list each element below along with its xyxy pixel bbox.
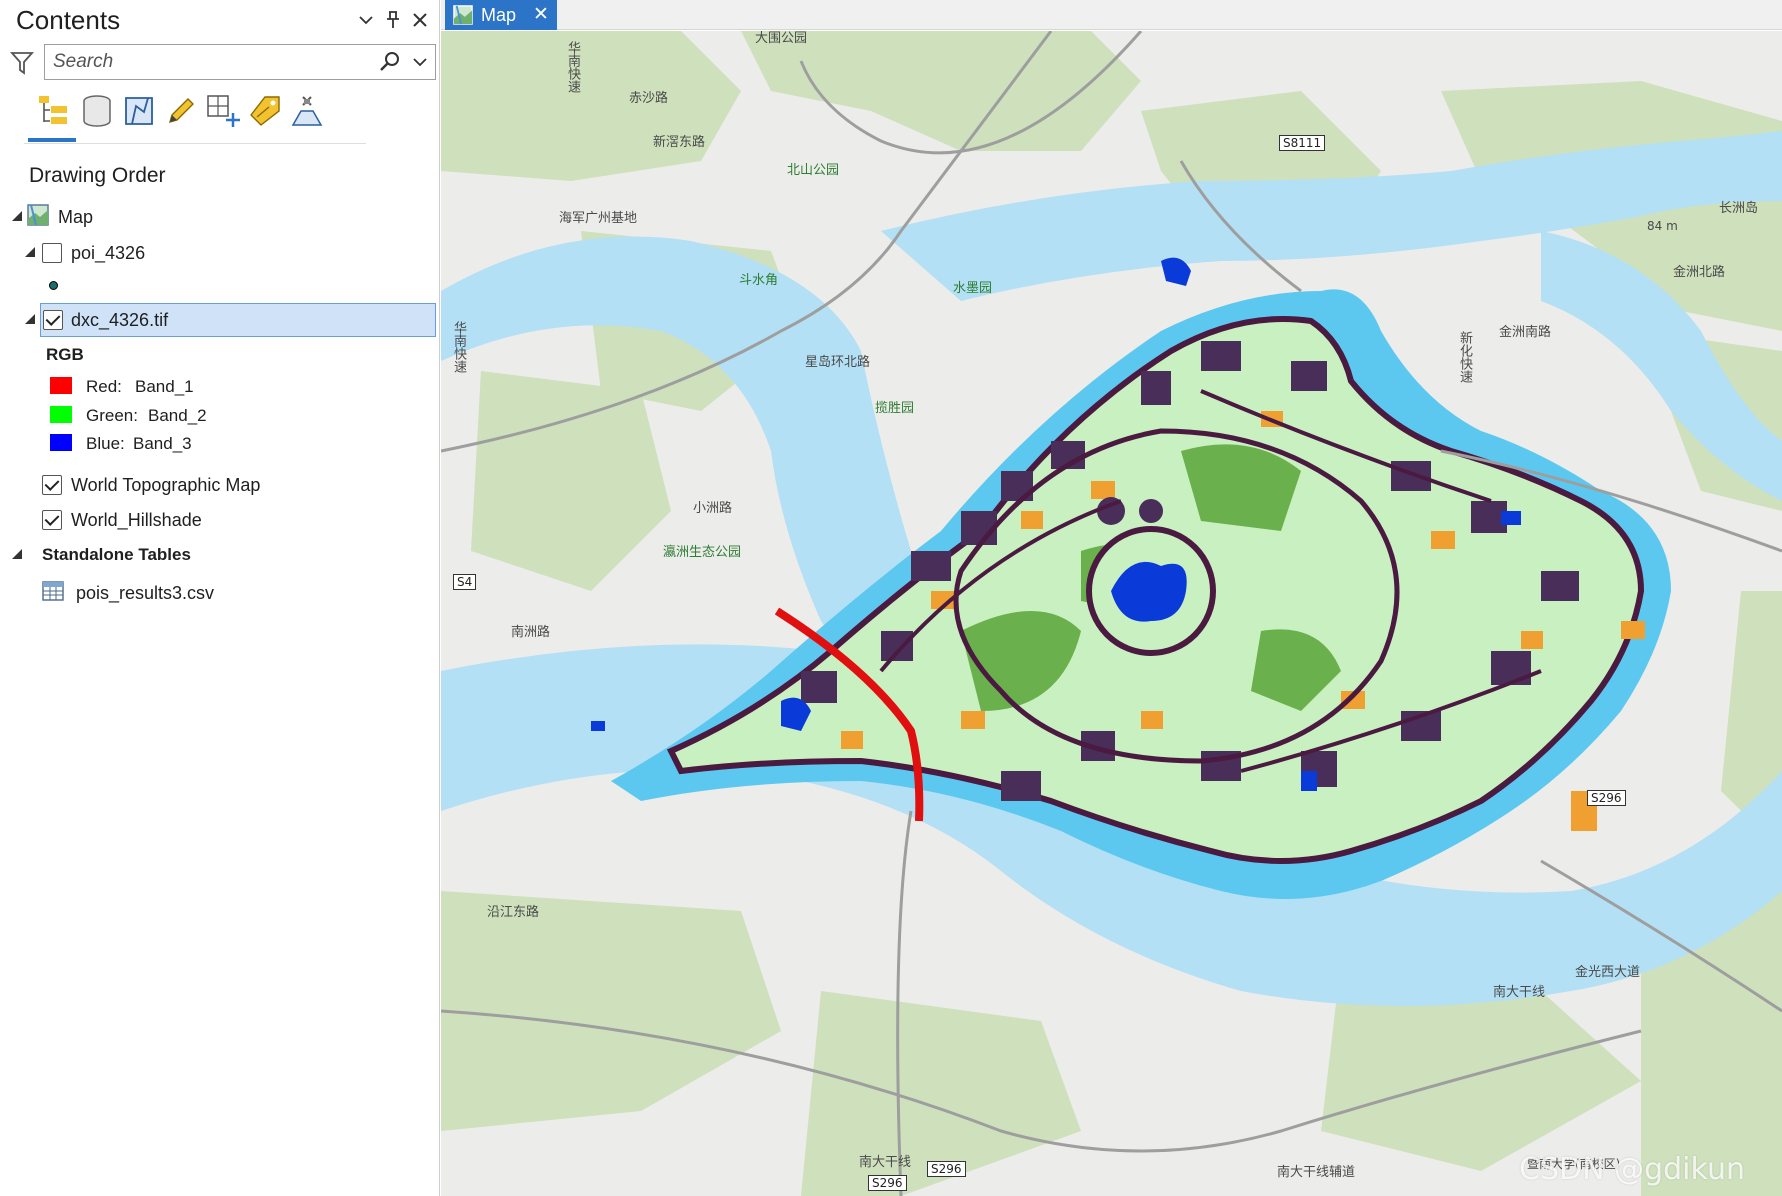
map-label: 瀛洲生态公园 — [663, 545, 742, 560]
tree-item-table[interactable]: pois_results3.csv — [0, 576, 440, 610]
map-label: 小洲路 — [693, 501, 733, 516]
poi-symbol-row — [0, 270, 440, 300]
expand-triangle-icon[interactable] — [12, 549, 22, 559]
map-label: 华南快速 — [451, 321, 466, 373]
map-label: 华南快速 — [565, 41, 580, 93]
map-label: 南大干线辅道 — [1277, 1165, 1356, 1180]
map-label: 新化快速 — [1457, 331, 1472, 383]
layer-visibility-checkbox[interactable] — [42, 475, 62, 495]
tree-item-topographic-layer[interactable]: World Topographic Map — [0, 468, 440, 502]
tree-item-label: Standalone Tables — [42, 545, 191, 564]
close-pane-icon[interactable] — [408, 8, 432, 32]
contents-pane: Contents Search Drawing Order Map poi_43… — [0, 0, 440, 1196]
list-by-data-source-icon[interactable] — [78, 92, 116, 130]
map-label: 斗水角 — [739, 273, 779, 288]
band-channel-label: Blue: — [86, 434, 125, 453]
map-label: 海军广州基地 — [559, 211, 638, 226]
map-label: 北山公园 — [787, 163, 840, 178]
section-title: Drawing Order — [29, 164, 166, 187]
map-label: 长洲岛 — [1719, 201, 1759, 216]
map-label: 水墨园 — [953, 281, 993, 296]
point-symbol-icon — [49, 281, 58, 290]
tree-item-poi-layer[interactable]: poi_4326 — [0, 236, 440, 270]
map-label: 金洲南路 — [1499, 325, 1552, 340]
tree-item-hillshade-layer[interactable]: World_Hillshade — [0, 503, 440, 537]
pane-options-chevron-icon[interactable] — [354, 8, 378, 32]
map-label: 赤沙路 — [629, 91, 669, 106]
map-rendering — [441, 31, 1782, 1196]
table-icon — [42, 581, 64, 601]
close-tab-icon[interactable]: ✕ — [533, 3, 549, 26]
road-shield: S296 — [1587, 790, 1626, 806]
pane-title: Contents — [16, 5, 121, 35]
layer-visibility-checkbox[interactable] — [42, 243, 62, 263]
band-channel-label: Red: — [86, 377, 122, 396]
road-shield: S296 — [927, 1161, 966, 1177]
tree-item-label: World Topographic Map — [71, 475, 261, 495]
road-shield: S296 — [868, 1175, 907, 1191]
list-by-perspective-imagery-icon[interactable] — [288, 92, 326, 130]
map-label: 金光西大道 — [1575, 965, 1641, 980]
red-swatch — [50, 377, 72, 394]
tree-item-map[interactable]: Map — [0, 200, 440, 234]
road-shield: S8111 — [1279, 135, 1326, 151]
contents-toolbar — [24, 90, 374, 142]
search-icon[interactable] — [379, 51, 401, 73]
map-label: 84 m — [1647, 219, 1678, 233]
map-tab-label: Map — [481, 5, 517, 25]
band-name-label: Band_2 — [148, 406, 207, 425]
search-input[interactable] — [53, 49, 353, 75]
map-label: 南大干线 — [1493, 985, 1546, 1000]
map-label: 揽胜园 — [875, 401, 915, 416]
tree-item-label: dxc_4326.tif — [71, 310, 169, 330]
map-tab-strip: Map ✕ — [441, 0, 1782, 30]
band-channel-label: Green: — [86, 406, 138, 425]
arcgis-pro-window: Contents Search Drawing Order Map poi_43… — [0, 0, 1782, 1196]
expand-triangle-icon[interactable] — [25, 247, 35, 257]
rgb-heading: RGB — [46, 345, 84, 364]
map-label: 南洲路 — [511, 625, 551, 640]
toolbar-divider — [24, 143, 366, 144]
map-icon — [453, 5, 473, 25]
layer-visibility-checkbox[interactable] — [43, 310, 63, 330]
band-name-label: Band_3 — [133, 434, 192, 453]
blue-swatch — [50, 434, 72, 451]
green-swatch — [50, 406, 72, 423]
search-dropdown-chevron-icon[interactable] — [411, 53, 429, 71]
list-by-labeling-icon[interactable] — [246, 92, 284, 130]
filter-icon[interactable] — [9, 50, 35, 76]
band-name-label: Band_1 — [135, 377, 194, 396]
map-label: 大围公园 — [755, 31, 808, 46]
map-canvas[interactable]: 大围公园 赤沙路 新滘东路 华南快速 北山公园 海军广州基地 斗水角 水墨园 揽… — [441, 31, 1782, 1196]
map-tab[interactable]: Map ✕ — [445, 0, 557, 30]
expand-triangle-icon[interactable] — [12, 211, 22, 221]
tree-item-raster-layer[interactable]: dxc_4326.tif — [40, 303, 436, 337]
tree-item-label: World_Hillshade — [71, 510, 202, 530]
map-label: 星岛环北路 — [805, 355, 871, 370]
list-by-snapping-icon[interactable] — [204, 92, 242, 130]
list-by-drawing-order-icon[interactable] — [34, 92, 72, 130]
map-label: 金洲北路 — [1673, 265, 1726, 280]
map-label: 沿江东路 — [487, 905, 540, 920]
watermark: CSDN @gdikun — [1519, 1152, 1745, 1187]
tree-item-standalone-tables[interactable]: Standalone Tables — [0, 538, 440, 572]
road-shield: S4 — [453, 574, 477, 590]
map-label: 新滘东路 — [653, 135, 706, 150]
search-box[interactable] — [44, 44, 436, 80]
active-tool-indicator — [28, 138, 76, 142]
layer-visibility-checkbox[interactable] — [42, 510, 62, 530]
list-by-editing-icon[interactable] — [162, 92, 200, 130]
map-label: 南大干线 — [859, 1155, 912, 1170]
tree-item-label: pois_results3.csv — [76, 583, 215, 603]
map-icon — [27, 204, 49, 226]
tree-item-label: poi_4326 — [71, 243, 146, 263]
list-by-selection-icon[interactable] — [120, 92, 158, 130]
pin-icon[interactable] — [381, 8, 405, 32]
tree-item-label: Map — [58, 207, 94, 227]
expand-triangle-icon[interactable] — [25, 314, 35, 324]
